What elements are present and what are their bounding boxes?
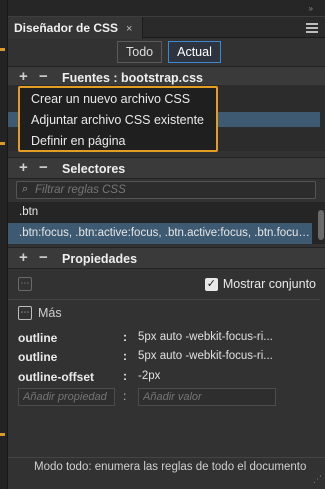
remove-source-button[interactable]: − [39,68,48,85]
property-name[interactable]: outline [18,331,57,345]
checkbox-checked-icon[interactable]: ✓ [204,277,218,291]
menu-item-create-css[interactable]: Crear un nuevo archivo CSS [20,89,216,110]
view-mode-toggle: Todo Actual [117,41,221,63]
show-set-label: Mostrar conjunto [222,277,316,291]
editor-mark [0,142,5,145]
selectors-scrollbar[interactable] [318,210,324,240]
panel-menu-icon[interactable] [306,23,318,33]
add-property-row: : [8,388,325,406]
add-value-input[interactable] [138,388,276,406]
add-selector-button[interactable]: + [19,159,28,176]
close-icon[interactable]: × [126,23,132,35]
property-colon: : [123,330,127,344]
panel-tab[interactable]: Diseñador de CSS × [8,17,144,39]
underlying-editor-edge [0,0,7,489]
more-expand-icon[interactable]: ⋯ [18,306,32,320]
current-mode-button[interactable]: Actual [168,41,221,63]
properties-header: + − Propiedades [8,247,325,269]
all-mode-button[interactable]: Todo [117,41,163,63]
properties-title: Propiedades [62,252,138,266]
panel-top-strip: » [8,0,325,16]
collapse-arrows[interactable]: » [309,4,314,13]
properties-layout-icon[interactable]: ⋯ [18,277,32,291]
property-row[interactable]: outline : 5px auto -webkit-focus-ri... [8,329,325,347]
more-section[interactable]: ⋯ Más [18,306,62,320]
more-label: Más [38,306,62,320]
search-icon: ⌕ [22,183,29,195]
show-set-toggle[interactable]: ✓ Mostrar conjunto [204,277,316,291]
property-colon: : [123,369,127,383]
sources-title: Fuentes : bootstrap.css [62,71,203,85]
menu-item-attach-css[interactable]: Adjuntar archivo CSS existente [20,110,216,131]
panel-footer: Modo todo: enumera las reglas de todo el… [8,457,325,484]
remove-property-button[interactable]: − [39,249,48,266]
add-property-button[interactable]: + [19,249,28,266]
footer-status-text: Modo todo: enumera las reglas de todo el… [34,461,307,473]
selectors-list: .btn .btn:focus, .btn:active:focus, .btn… [8,202,325,244]
property-name[interactable]: outline [18,350,57,364]
editor-mark [0,433,5,436]
add-source-button[interactable]: + [19,68,28,85]
filter-css-rules-input[interactable] [35,183,305,197]
selector-item[interactable]: .btn [8,202,312,223]
property-colon: : [123,389,127,403]
add-property-input[interactable] [18,388,115,406]
filter-box: ⌕ [16,181,316,199]
selectors-body: ⌕ .btn .btn:focus, .btn:active:focus, .b… [8,181,325,244]
editor-mark [0,48,5,51]
selectors-header: + − Selectores [8,157,325,179]
resize-grip-icon[interactable]: ⋰ [313,474,322,485]
css-designer-panel: » Diseñador de CSS × Todo Actual + − Fuen… [7,0,325,489]
property-name[interactable]: outline-offset [18,370,94,384]
property-colon: : [123,349,127,363]
selectors-title: Selectores [62,162,126,176]
divider [8,299,320,300]
property-row[interactable]: outline-offset : -2px [8,368,325,386]
properties-body: ⋯ ✓ Mostrar conjunto ⋯ Más outline : 5px… [8,272,325,452]
property-value[interactable]: 5px auto -webkit-focus-ri... [138,331,273,343]
add-source-menu: Crear un nuevo archivo CSS Adjuntar arch… [18,86,218,152]
property-row[interactable]: outline : 5px auto -webkit-focus-ri... [8,348,325,366]
remove-selector-button[interactable]: − [39,159,48,176]
property-value[interactable]: -2px [138,370,160,382]
selector-item-selected[interactable]: .btn:focus, .btn:active:focus, .btn.acti… [8,223,312,244]
panel-titlebar: Diseñador de CSS × [8,16,325,39]
menu-item-define-in-page[interactable]: Definir en página [20,131,216,152]
panel-title: Diseñador de CSS [14,21,119,35]
property-value[interactable]: 5px auto -webkit-focus-ri... [138,350,273,362]
